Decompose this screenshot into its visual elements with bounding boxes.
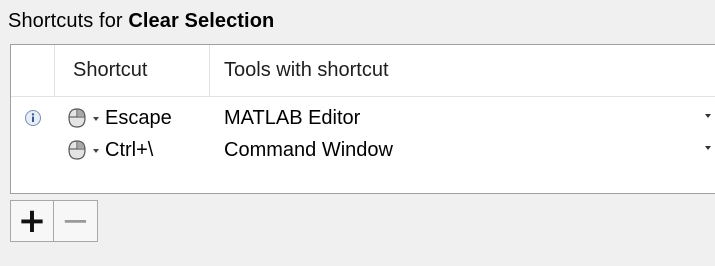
shortcuts-title: Shortcuts for Clear Selection	[8, 10, 274, 33]
mouse-icon	[68, 140, 86, 160]
title-command: Clear Selection	[128, 10, 275, 32]
table-header: Shortcut Tools with shortcut	[11, 45, 715, 97]
mouse-icon	[68, 108, 86, 128]
shortcuts-table: Shortcut Tools with shortcut Escape MATL…	[10, 44, 715, 194]
shortcut-key: Escape	[105, 106, 172, 129]
tool-cell[interactable]: Command Window	[210, 139, 715, 162]
info-icon[interactable]	[24, 109, 42, 127]
remove-shortcut-button[interactable]: −	[54, 200, 98, 242]
table-row[interactable]: Escape MATLAB Editor	[11, 102, 715, 134]
table-row[interactable]: Ctrl+\ Command Window	[11, 134, 715, 166]
header-shortcut[interactable]: Shortcut	[55, 45, 210, 96]
add-shortcut-button[interactable]: +	[10, 200, 54, 242]
title-prefix: Shortcuts for	[8, 10, 129, 32]
shortcut-cell[interactable]: Escape	[55, 106, 210, 130]
chevron-down-icon[interactable]	[705, 146, 711, 150]
tool-cell[interactable]: MATLAB Editor	[210, 107, 715, 130]
chevron-down-icon[interactable]	[705, 114, 711, 118]
header-tools[interactable]: Tools with shortcut	[210, 45, 715, 96]
table-toolbar: + −	[10, 200, 98, 242]
shortcut-cell[interactable]: Ctrl+\	[55, 138, 210, 162]
chevron-down-icon[interactable]	[93, 149, 99, 153]
chevron-down-icon[interactable]	[93, 117, 99, 121]
shortcut-key: Ctrl+\	[105, 138, 154, 161]
header-indicator-column	[11, 45, 55, 96]
